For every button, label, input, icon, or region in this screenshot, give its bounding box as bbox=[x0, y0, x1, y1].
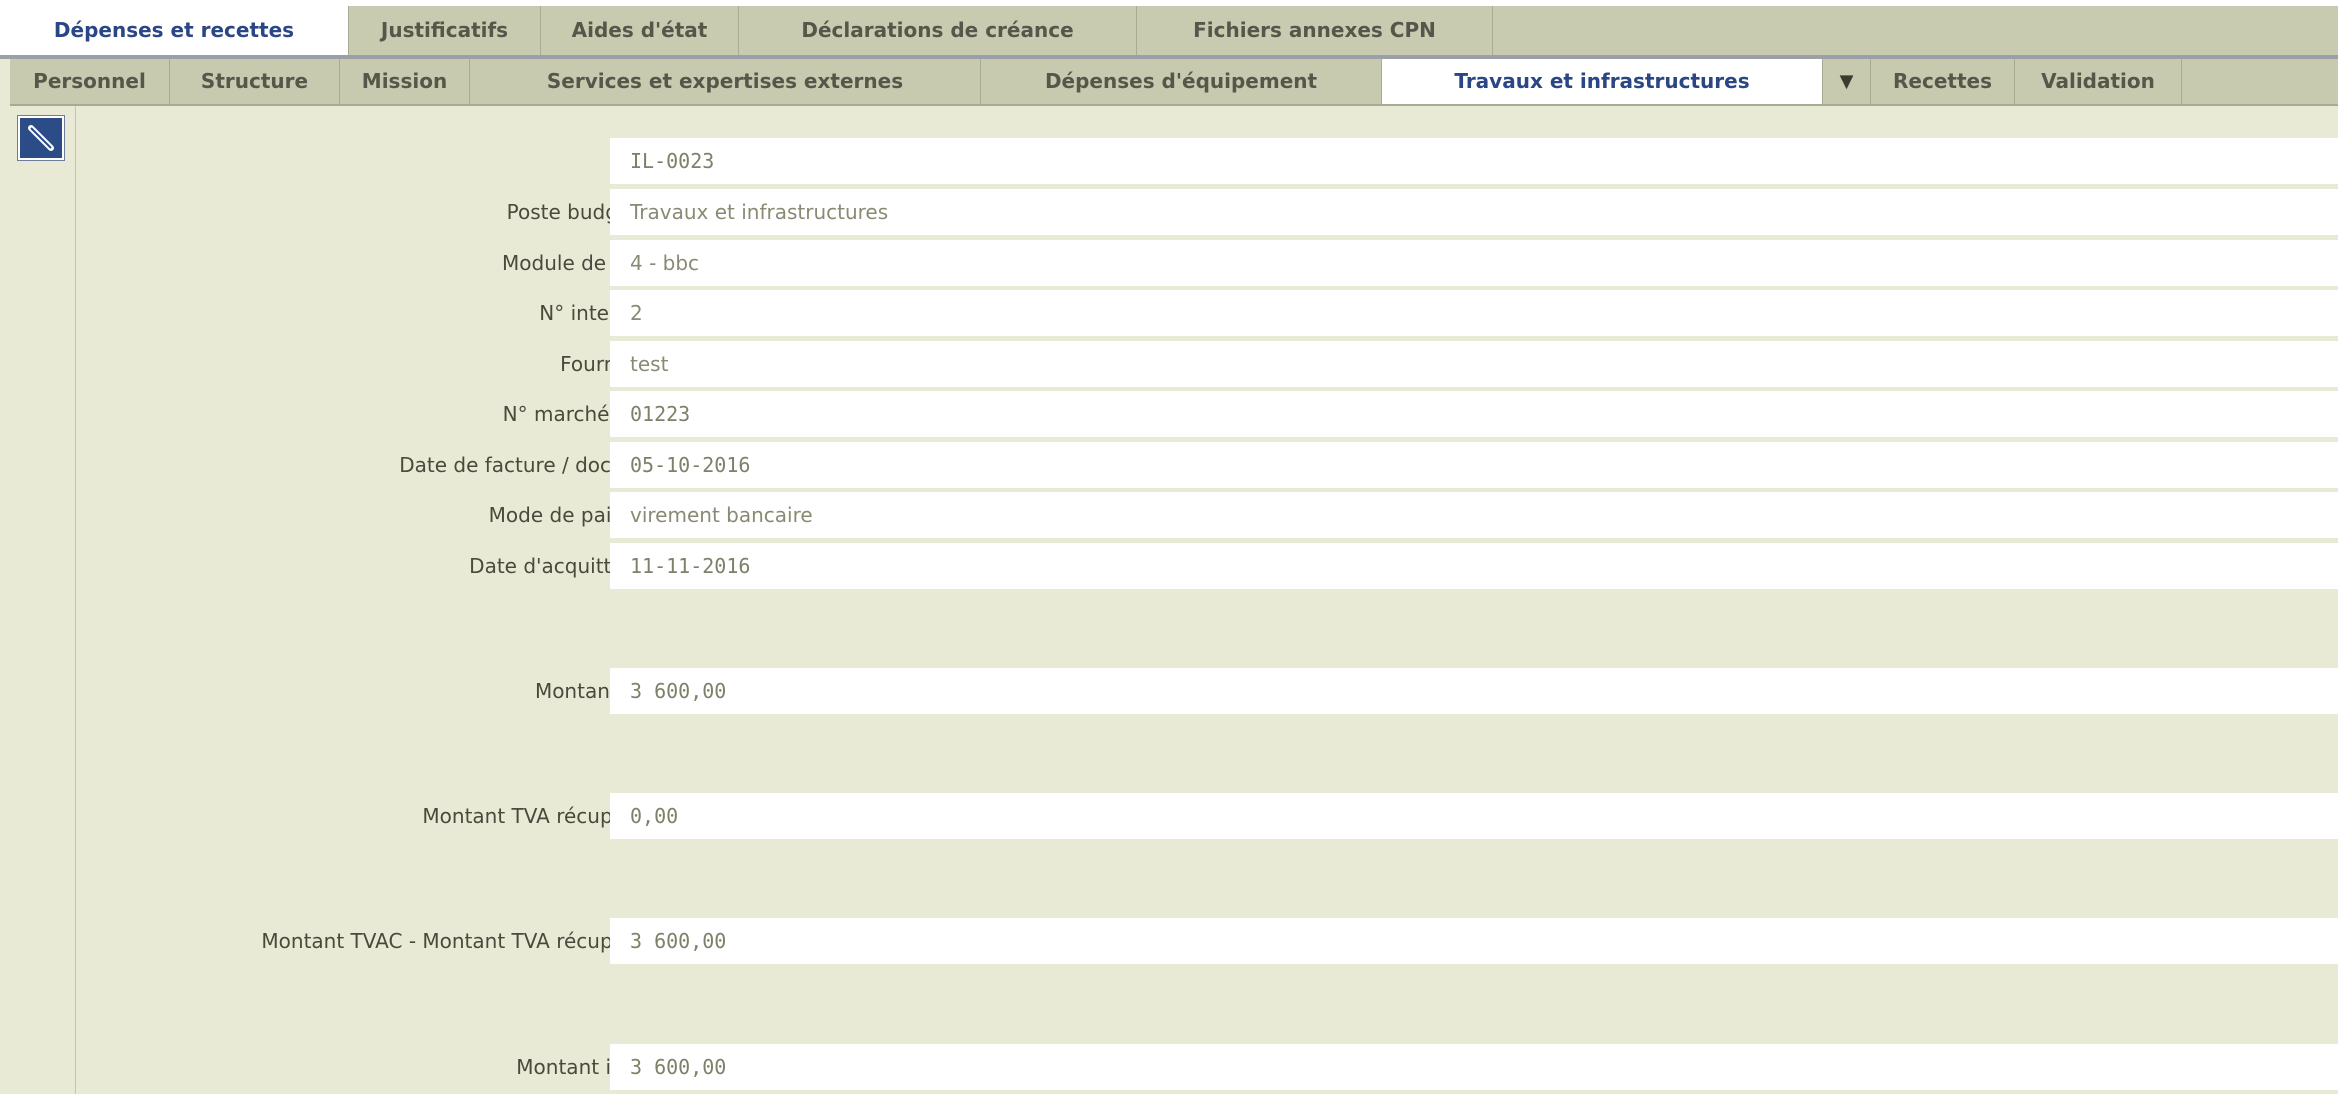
tab-personnel[interactable]: Personnel bbox=[10, 59, 170, 104]
form-row-interne-op: N° interne OP 2 bbox=[76, 290, 2338, 336]
pencil-icon bbox=[28, 125, 54, 151]
sub-tab-bar: Personnel Structure Mission Services et … bbox=[10, 59, 2338, 106]
chevron-down-icon[interactable]: ▼ bbox=[1823, 59, 1871, 104]
tab-recettes[interactable]: Recettes bbox=[1871, 59, 2015, 104]
form-row-montant-tvac: Montant TVAC 3 600,00 bbox=[76, 668, 2338, 714]
form-row-date-facture: Date de facture / document 05-10-2016 bbox=[76, 442, 2338, 488]
field-value[interactable]: test bbox=[610, 341, 2338, 387]
field-value[interactable]: 05-10-2016 bbox=[610, 442, 2338, 488]
field-value[interactable]: 11-11-2016 bbox=[610, 543, 2338, 589]
form-row-date-acquittement: Date d'acquittement 11-11-2016 bbox=[76, 543, 2338, 589]
field-value[interactable]: 3 600,00 bbox=[610, 918, 2338, 964]
field-value[interactable]: 0,00 bbox=[610, 793, 2338, 839]
tab-depenses-et-recettes[interactable]: Dépenses et recettes bbox=[0, 6, 349, 55]
form-row-marche-public: N° marché public 01223 bbox=[76, 391, 2338, 437]
field-value[interactable]: IL-0023 bbox=[610, 138, 2338, 184]
tab-aides-d-etat[interactable]: Aides d'état bbox=[541, 6, 739, 55]
field-value[interactable]: 3 600,00 bbox=[610, 1044, 2338, 1090]
tab-validation[interactable]: Validation bbox=[2015, 59, 2182, 104]
field-value[interactable]: virement bancaire bbox=[610, 492, 2338, 538]
form-row-module-de-travail: Module de travail 4 - bbc bbox=[76, 240, 2338, 286]
form-row-fournisseur: Fournisseur test bbox=[76, 341, 2338, 387]
tab-mission[interactable]: Mission bbox=[340, 59, 470, 104]
form-row-montant-net: Montant TVAC - Montant TVA récupérable 3… bbox=[76, 918, 2338, 964]
tab-justificatifs[interactable]: Justificatifs bbox=[349, 6, 541, 55]
field-value[interactable]: 2 bbox=[610, 290, 2338, 336]
tab-services-et-expertises-externes[interactable]: Services et expertises externes bbox=[470, 59, 981, 104]
form-row-poste-budgetaire: Poste budgétaire Travaux et infrastructu… bbox=[76, 189, 2338, 235]
tab-fichiers-annexes-cpn[interactable]: Fichiers annexes CPN bbox=[1137, 6, 1493, 55]
form-row-montant-tva-recuperable: Montant TVA récupérable 0,00 bbox=[76, 793, 2338, 839]
edit-button[interactable] bbox=[18, 116, 64, 160]
form-row-mode-de-paiement: Mode de paiement virement bancaire bbox=[76, 492, 2338, 538]
field-value[interactable]: 4 - bbc bbox=[610, 240, 2338, 286]
form-row-numero: N° IL-0023 bbox=[76, 138, 2338, 184]
field-value[interactable]: Travaux et infrastructures bbox=[610, 189, 2338, 235]
tab-structure[interactable]: Structure bbox=[170, 59, 340, 104]
tab-depenses-d-equipement[interactable]: Dépenses d'équipement bbox=[981, 59, 1382, 104]
tool-column bbox=[10, 106, 76, 1094]
form-row-montant-impute: Montant imputé 3 600,00 bbox=[76, 1044, 2338, 1090]
field-value[interactable]: 01223 bbox=[610, 391, 2338, 437]
field-value[interactable]: 3 600,00 bbox=[610, 668, 2338, 714]
tab-travaux-et-infrastructures[interactable]: Travaux et infrastructures bbox=[1382, 59, 1823, 104]
tab-declarations-de-creance[interactable]: Déclarations de créance bbox=[739, 6, 1137, 55]
main-tab-bar: Dépenses et recettes Justificatifs Aides… bbox=[0, 6, 2338, 59]
